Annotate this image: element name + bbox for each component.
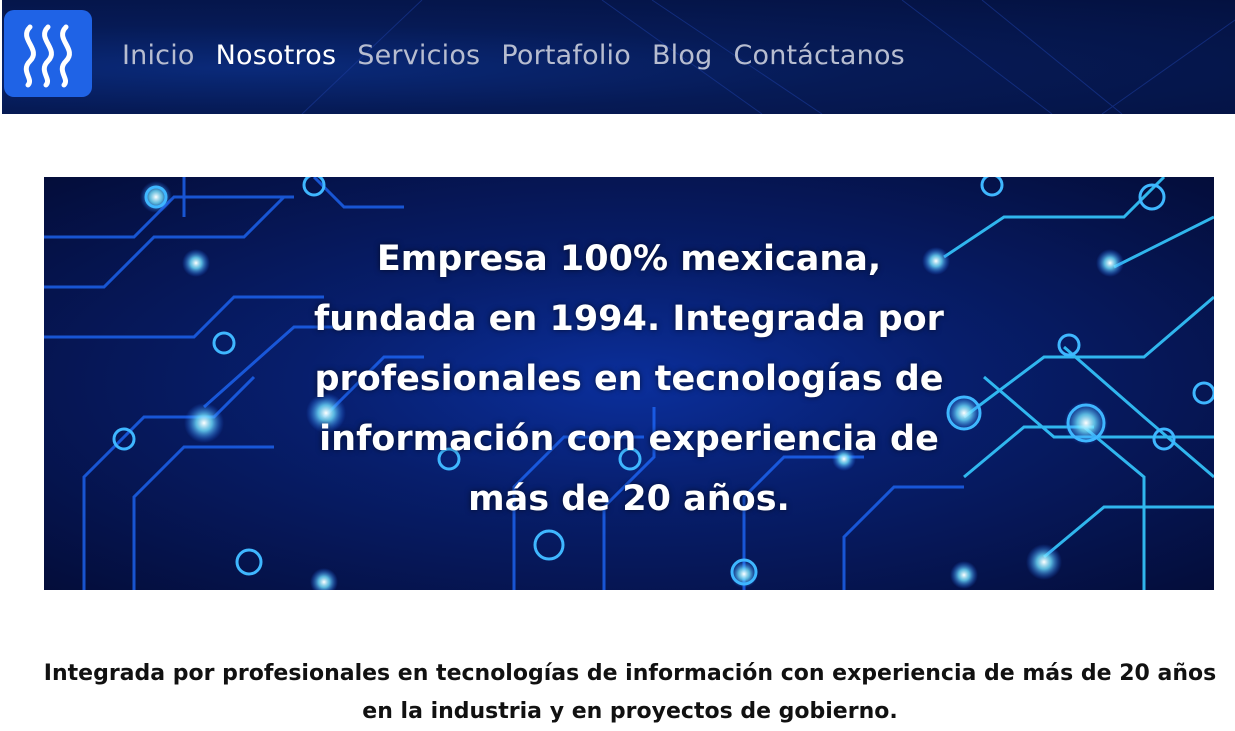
about-paragraph: Integrada por profesionales en tecnologí…: [43, 661, 1217, 724]
hero-banner: Empresa 100% mexicana, fundada en 1994. …: [44, 177, 1214, 590]
nav-item-inicio[interactable]: Inicio: [122, 36, 195, 76]
nav-item-contactanos[interactable]: Contáctanos: [733, 36, 905, 76]
nav-item-blog[interactable]: Blog: [652, 36, 712, 76]
main-nav: Inicio Nosotros Servicios Portafolio Blo…: [122, 36, 926, 76]
hero-headline: Empresa 100% mexicana, fundada en 1994. …: [314, 239, 944, 519]
nav-item-portafolio[interactable]: Portafolio: [501, 36, 631, 76]
navbar: Inicio Nosotros Servicios Portafolio Blo…: [2, 0, 1235, 114]
logo[interactable]: [4, 10, 92, 97]
nav-item-nosotros[interactable]: Nosotros: [216, 36, 337, 76]
logo-waves-icon: [23, 24, 72, 87]
nav-item-servicios[interactable]: Servicios: [357, 36, 480, 76]
